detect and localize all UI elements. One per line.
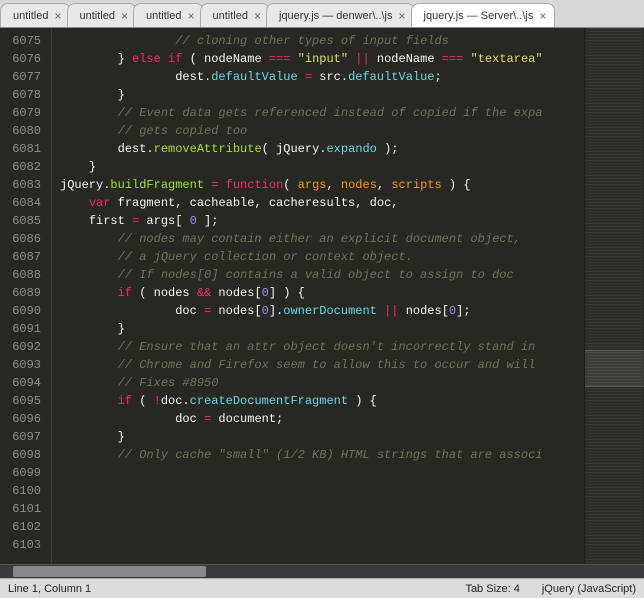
code-line: if ( nodes && nodes[0] ) { [60,284,584,302]
close-icon[interactable]: × [539,10,546,22]
code-line: doc = nodes[0].ownerDocument || nodes[0]… [60,302,584,320]
code-line: jQuery.buildFragment = function( args, n… [60,176,584,194]
close-icon[interactable]: × [121,10,128,22]
tab-label: untitled [213,10,248,22]
tab-label: untitled [146,10,181,22]
code-line: // Ensure that an attr object doesn't in… [60,338,584,356]
status-syntax[interactable]: jQuery (JavaScript) [542,583,636,595]
minimap[interactable] [584,28,644,564]
tab-bar: untitled×untitled×untitled×untitled×jque… [0,0,644,28]
line-number-gutter: 6075 6076 6077 6078 6079 6080 6081 6082 … [0,28,52,564]
code-line: // a jQuery collection or context object… [60,248,584,266]
code-line: // If nodes[0] contains a valid object t… [60,266,584,284]
tab-label: jquery.js — Server\..\js [424,10,534,22]
tab-label: untitled [80,10,115,22]
code-line: var fragment, cacheable, cacheresults, d… [60,194,584,212]
code-line: // Chrome and Firefox seem to allow this… [60,356,584,374]
tab-label: untitled [13,10,48,22]
code-line: first = args[ 0 ]; [60,212,584,230]
close-icon[interactable]: × [54,10,61,22]
code-line: // Only cache "small" (1/2 KB) HTML stri… [60,446,584,464]
editor-main: 6075 6076 6077 6078 6079 6080 6081 6082 … [0,28,644,564]
code-line: dest.removeAttribute( jQuery.expando ); [60,140,584,158]
code-line: doc = document; [60,410,584,428]
close-icon[interactable]: × [254,10,261,22]
code-line: // Event data gets referenced instead of… [60,104,584,122]
minimap-overview [587,28,642,564]
code-area[interactable]: // cloning other types of input fields }… [52,28,584,564]
code-line: if ( !doc.createDocumentFragment ) { [60,392,584,410]
tab-5[interactable]: jquery.js — Server\..\js × [411,3,556,27]
code-line: } [60,158,584,176]
code-line: // Fixes #8950 [60,374,584,392]
close-icon[interactable]: × [187,10,194,22]
status-cursor-position[interactable]: Line 1, Column 1 [8,583,91,595]
minimap-viewport[interactable] [585,350,644,388]
status-tab-size[interactable]: Tab Size: 4 [465,583,519,595]
tab-label: jquery.js — denwer\..\js [279,10,393,22]
code-line: } else if ( nodeName === "input" || node… [60,50,584,68]
code-line: dest.defaultValue = src.defaultValue; [60,68,584,86]
horizontal-scrollbar[interactable] [0,564,644,578]
horizontal-scrollbar-thumb[interactable] [13,566,206,577]
code-line: } [60,86,584,104]
tab-0[interactable]: untitled × [0,3,71,27]
status-bar: Line 1, Column 1 Tab Size: 4 jQuery (Jav… [0,578,644,598]
code-line: } [60,428,584,446]
tab-1[interactable]: untitled × [67,3,138,27]
tab-3[interactable]: untitled × [200,3,271,27]
code-line: // nodes may contain either an explicit … [60,230,584,248]
close-icon[interactable]: × [399,10,406,22]
tab-4[interactable]: jquery.js — denwer\..\js × [266,3,415,27]
code-line: // gets copied too [60,122,584,140]
code-line: } [60,320,584,338]
code-line: // cloning other types of input fields [60,32,584,50]
tab-2[interactable]: untitled × [133,3,204,27]
